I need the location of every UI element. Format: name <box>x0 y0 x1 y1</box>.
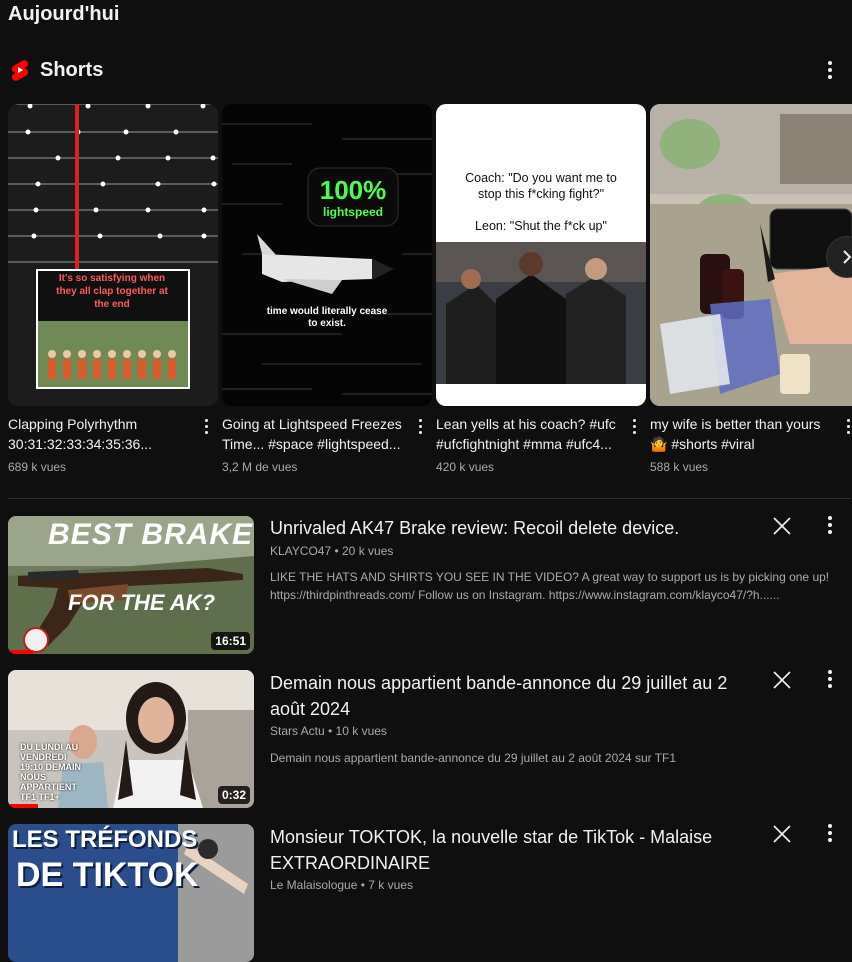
video-meta[interactable]: Stars Actu • 10 k vues <box>270 724 387 738</box>
short-overlay-badge: 100% <box>319 175 387 205</box>
ufc-image <box>436 104 646 406</box>
video-title[interactable]: Unrivaled AK47 Brake review: Recoil dele… <box>270 515 740 541</box>
video-description: LIKE THE HATS AND SHIRTS YOU SEE IN THE … <box>270 570 830 602</box>
short-views: 420 k vues <box>436 460 495 474</box>
video-description: Demain nous appartient bande-annonce du … <box>270 751 677 765</box>
short-more-button[interactable] <box>626 416 642 436</box>
video-title[interactable]: Demain nous appartient bande-annonce du … <box>270 670 740 722</box>
short-views: 588 k vues <box>650 460 709 474</box>
short-title[interactable]: Going at Lightspeed Freezes Time... #spa… <box>222 414 408 454</box>
watch-progress-bar <box>8 804 38 808</box>
video-meta[interactable]: KLAYCO47 • 20 k vues <box>270 544 393 558</box>
video-thumbnail[interactable]: DU LUNDI AU VENDREDI 19:10 DEMAIN NOUS A… <box>8 670 254 808</box>
watch-progress-bar <box>8 650 33 654</box>
video-duration: 16:51 <box>211 632 250 650</box>
thumb-text: DU LUNDI AU VENDREDI 19:10 DEMAIN NOUS A… <box>20 742 82 802</box>
short-thumbnail[interactable] <box>650 104 852 406</box>
video-more-button[interactable] <box>818 821 842 845</box>
lunch-image <box>650 104 852 406</box>
short-title[interactable]: my wife is better than yours 🤷 #shorts #… <box>650 414 836 454</box>
dismiss-icon[interactable] <box>770 822 794 846</box>
video-title[interactable]: Monsieur TOKTOK, la nouvelle star de Tik… <box>270 824 740 876</box>
shorts-more-button[interactable] <box>818 58 842 82</box>
space-shuttle-image <box>222 104 432 406</box>
video-thumbnail[interactable]: LES TRÉFONDS DE TIKTOK <box>8 824 254 962</box>
video-duration: 0:32 <box>217 786 250 804</box>
short-title[interactable]: Clapping Polyrhythm 30:31:32:33:34:35:36… <box>8 414 194 454</box>
short-more-button[interactable] <box>198 416 214 436</box>
short-views: 3,2 M de vues <box>222 460 298 474</box>
thumb-text-top: BEST BRAKE <box>48 518 254 551</box>
video-meta[interactable]: Le Malaisologue • 7 k vues <box>270 878 413 892</box>
dismiss-icon[interactable] <box>770 668 794 692</box>
video-thumbnail[interactable]: BEST BRAKE FOR THE AK? 16:51 <box>8 516 254 654</box>
chevron-right-icon <box>843 250 852 264</box>
thumb-text-bottom: FOR THE AK? <box>68 590 216 615</box>
video-more-button[interactable] <box>818 513 842 537</box>
short-overlay-text: Coach: "Do you want me to stop this f*ck… <box>465 171 617 233</box>
section-divider <box>8 498 850 499</box>
short-thumbnail[interactable]: Coach: "Do you want me to stop this f*ck… <box>436 104 646 406</box>
short-more-button[interactable] <box>840 416 852 436</box>
short-more-button[interactable] <box>412 416 428 436</box>
shorts-label: Shorts <box>40 58 104 81</box>
short-views: 689 k vues <box>8 460 67 474</box>
dismiss-icon[interactable] <box>770 514 794 538</box>
thumb-text-top: LES TRÉFONDS <box>12 826 198 853</box>
short-overlay-sub: lightspeed <box>322 205 383 219</box>
short-overlay-caption: time would literally cease to exist. <box>266 306 388 329</box>
short-title[interactable]: Lean yells at his coach? #ufc #ufcfightn… <box>436 414 622 454</box>
thumb-text-bottom: DE TIKTOK <box>16 856 199 894</box>
short-overlay-text: It's so satisfying when they all clap to… <box>56 273 168 310</box>
section-title: Aujourd'hui <box>8 3 120 25</box>
shorts-logo-icon <box>11 60 29 81</box>
video-more-button[interactable] <box>818 667 842 691</box>
polyrhythm-image <box>8 104 218 406</box>
short-thumbnail[interactable]: It's so satisfying when they all clap to… <box>8 104 218 406</box>
short-thumbnail[interactable]: 100% lightspeed time would literally cea… <box>222 104 432 406</box>
shorts-header: Shorts <box>10 58 103 82</box>
